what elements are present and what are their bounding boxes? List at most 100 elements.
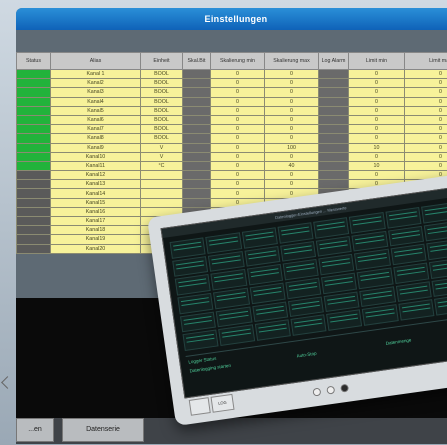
unit-cell[interactable]: BOOL (140, 96, 183, 107)
scale-min-cell[interactable]: 0 (210, 114, 265, 126)
status-indicator[interactable] (16, 197, 51, 208)
alias-cell[interactable]: Kanal3 (50, 87, 141, 98)
table-row[interactable]: Kanal5 BOOL 0 0 0 0 (16, 105, 447, 116)
limit-max-cell[interactable]: 0 (404, 114, 447, 126)
status-indicator[interactable] (16, 151, 51, 162)
table-row[interactable]: Kanal2 BOOL 0 0 0 0 (16, 78, 447, 89)
scale-min-cell[interactable]: 0 (210, 170, 265, 181)
alias-cell[interactable]: Kanal9 (50, 142, 141, 153)
status-indicator[interactable] (16, 96, 51, 107)
scale-max-cell[interactable]: 0 (264, 105, 319, 116)
limit-min-cell[interactable]: 0 (348, 87, 405, 98)
scale-min-cell[interactable]: 0 (210, 87, 265, 98)
scale-min-cell[interactable]: 0 (210, 105, 265, 116)
limit-min-cell[interactable]: 0 (348, 133, 405, 144)
table-row[interactable]: Kanal 1 BOOL 0 0 0 0 (16, 68, 447, 80)
unit-cell[interactable] (140, 197, 183, 208)
scale-min-cell[interactable]: 0 (210, 160, 265, 172)
scale-bit-cell[interactable] (182, 105, 211, 116)
limit-max-cell[interactable]: 0 (404, 142, 447, 153)
limit-min-cell[interactable]: 0 (348, 68, 405, 80)
log-alarm-cell[interactable] (318, 133, 349, 144)
alias-cell[interactable]: Kanal20 (50, 243, 141, 254)
table-row[interactable]: Kanal3 BOOL 0 0 0 0 (16, 87, 447, 98)
log-alarm-cell[interactable] (318, 78, 349, 89)
status-indicator[interactable] (16, 188, 51, 199)
page-dot[interactable] (340, 383, 350, 393)
scale-min-cell[interactable]: 0 (210, 78, 265, 89)
table-row[interactable]: Kanal6 BOOL 0 0 0 0 (16, 114, 447, 126)
alias-cell[interactable]: Kanal18 (50, 225, 141, 236)
device-log-button[interactable]: LOG (210, 393, 235, 413)
status-indicator[interactable] (16, 215, 51, 227)
table-row[interactable]: Kanal11 °C 0 40 10 0 (16, 160, 447, 172)
alias-cell[interactable]: Kanal14 (50, 188, 141, 199)
limit-min-cell[interactable]: 0 (348, 170, 405, 181)
page-dot[interactable] (326, 385, 336, 395)
page-dot[interactable] (312, 387, 322, 397)
status-indicator[interactable] (16, 225, 51, 236)
log-alarm-cell[interactable] (318, 114, 349, 126)
unit-cell[interactable]: BOOL (140, 133, 183, 144)
table-row[interactable]: Kanal10 V 0 0 0 0 (16, 151, 447, 162)
scale-max-cell[interactable]: 0 (264, 78, 319, 89)
alias-cell[interactable]: Kanal16 (50, 206, 141, 218)
alias-cell[interactable]: Kanal19 (50, 234, 141, 245)
scale-max-cell[interactable]: 100 (264, 142, 319, 153)
scale-bit-cell[interactable] (182, 160, 211, 172)
limit-min-cell[interactable]: 10 (348, 142, 405, 153)
limit-max-cell[interactable]: 0 (404, 124, 447, 135)
scale-min-cell[interactable]: 0 (210, 96, 265, 107)
scale-bit-cell[interactable] (182, 114, 211, 126)
limit-max-cell[interactable]: 0 (404, 68, 447, 80)
status-indicator[interactable] (16, 87, 51, 98)
unit-cell[interactable]: V (140, 151, 183, 162)
scale-max-cell[interactable]: 0 (264, 114, 319, 126)
scale-min-cell[interactable]: 0 (210, 68, 265, 80)
table-row[interactable]: Kanal8 BOOL 0 0 0 0 (16, 133, 447, 144)
limit-min-cell[interactable]: 10 (348, 160, 405, 172)
alias-cell[interactable]: Kanal 1 (50, 68, 141, 80)
limit-max-cell[interactable]: 0 (404, 87, 447, 98)
scale-min-cell[interactable]: 0 (210, 188, 265, 199)
device-button-1[interactable] (188, 397, 211, 416)
alias-cell[interactable]: Kanal15 (50, 197, 141, 208)
scale-bit-cell[interactable] (182, 179, 211, 190)
status-indicator[interactable] (16, 133, 51, 144)
status-indicator[interactable] (16, 105, 51, 116)
status-indicator[interactable] (16, 206, 51, 218)
scale-max-cell[interactable]: 0 (264, 124, 319, 135)
scale-bit-cell[interactable] (182, 78, 211, 89)
log-alarm-cell[interactable] (318, 142, 349, 153)
alias-cell[interactable]: Kanal13 (50, 179, 141, 190)
limit-max-cell[interactable]: 0 (404, 78, 447, 89)
status-indicator[interactable] (16, 124, 51, 135)
alias-cell[interactable]: Kanal12 (50, 170, 141, 181)
status-indicator[interactable] (16, 170, 51, 181)
status-indicator[interactable] (16, 243, 51, 254)
log-alarm-cell[interactable] (318, 124, 349, 135)
limit-max-cell[interactable]: 0 (404, 151, 447, 162)
limit-max-cell[interactable]: 0 (404, 133, 447, 144)
log-alarm-cell[interactable] (318, 179, 349, 190)
limit-min-cell[interactable]: 0 (348, 151, 405, 162)
table-row[interactable]: Kanal12 0 0 0 0 (16, 170, 447, 181)
log-alarm-cell[interactable] (318, 151, 349, 162)
scale-bit-cell[interactable] (182, 87, 211, 98)
limit-min-cell[interactable]: 0 (348, 78, 405, 89)
limit-min-cell[interactable]: 0 (348, 105, 405, 116)
scale-min-cell[interactable]: 0 (210, 179, 265, 190)
status-indicator[interactable] (16, 114, 51, 126)
log-alarm-cell[interactable] (318, 68, 349, 80)
scale-bit-cell[interactable] (182, 197, 211, 208)
alias-cell[interactable]: Kanal17 (50, 215, 141, 227)
limit-min-cell[interactable]: 0 (348, 96, 405, 107)
scale-max-cell[interactable]: 0 (264, 170, 319, 181)
limit-max-cell[interactable]: 0 (404, 105, 447, 116)
alias-cell[interactable]: Kanal7 (50, 124, 141, 135)
scale-min-cell[interactable]: 0 (210, 151, 265, 162)
log-alarm-cell[interactable] (318, 105, 349, 116)
log-alarm-cell[interactable] (318, 160, 349, 172)
status-indicator[interactable] (16, 78, 51, 89)
limit-max-cell[interactable]: 0 (404, 160, 447, 172)
